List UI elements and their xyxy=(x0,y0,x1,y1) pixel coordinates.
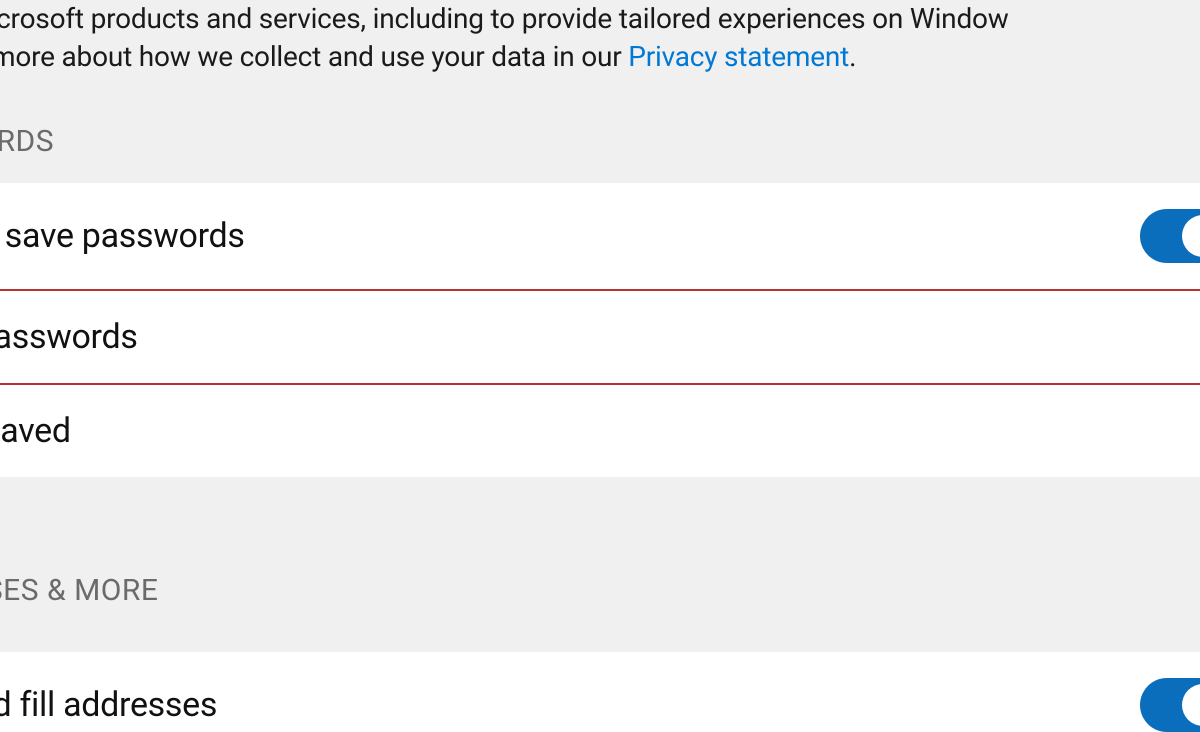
offer-to-save-passwords-row[interactable]: er to save passwords xyxy=(0,183,1200,291)
intro-period: . xyxy=(849,40,856,73)
section-gap xyxy=(0,477,1200,555)
toggle-knob xyxy=(1182,215,1200,257)
offer-to-save-passwords-label: er to save passwords xyxy=(0,216,245,256)
passwords-list: er to save passwords ed passwords ver sa… xyxy=(0,183,1200,477)
addresses-section-header: RESSES & MORE xyxy=(0,555,1200,632)
intro-line1: ss Microsoft products and services, incl… xyxy=(0,2,1009,35)
privacy-statement-link[interactable]: Privacy statement xyxy=(628,40,849,73)
toggle-knob xyxy=(1182,684,1200,726)
offer-to-save-passwords-toggle[interactable] xyxy=(1140,209,1200,263)
save-and-fill-addresses-label: e and fill addresses xyxy=(0,685,217,725)
never-saved-label: ver saved xyxy=(0,411,71,451)
saved-passwords-row[interactable]: ed passwords xyxy=(0,291,1200,385)
passwords-section-header: SWORDS xyxy=(0,106,1200,183)
intro-line2-prefix: earn more about how we collect and use y… xyxy=(0,40,628,73)
never-saved-row[interactable]: ver saved xyxy=(0,385,1200,477)
saved-passwords-label: ed passwords xyxy=(0,317,138,357)
privacy-intro-text: ss Microsoft products and services, incl… xyxy=(0,0,1200,106)
save-and-fill-addresses-toggle[interactable] xyxy=(1140,678,1200,732)
